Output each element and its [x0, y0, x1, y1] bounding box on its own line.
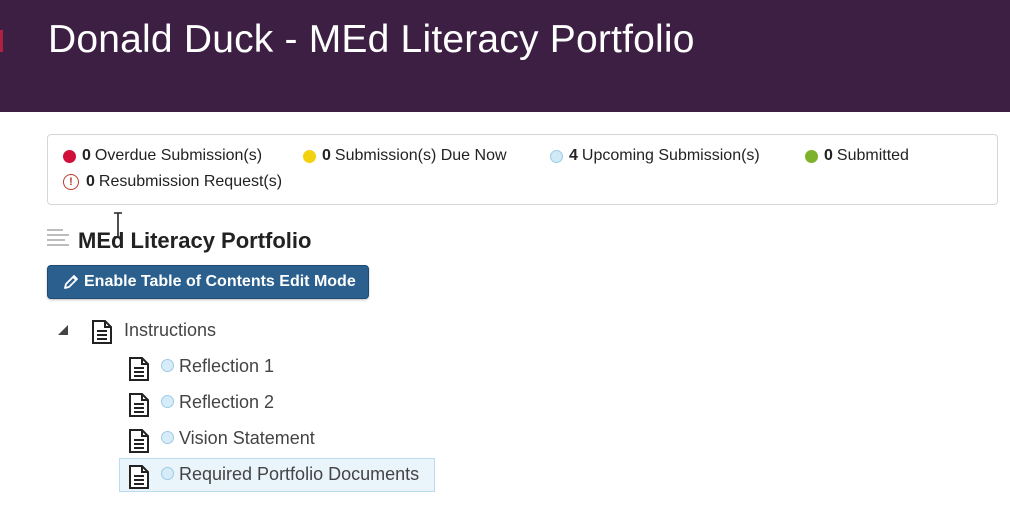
overdue-dot-icon: [63, 149, 76, 163]
text-cursor-icon: [114, 212, 122, 238]
document-icon: [129, 429, 149, 453]
upcoming-status-dot-icon: [161, 395, 174, 408]
due-now-count: 0: [322, 147, 331, 164]
exclamation-circle-icon: !: [63, 174, 79, 190]
edit-button-label: Enable Table of Contents Edit Mode: [84, 273, 356, 290]
submitted-count: 0: [824, 147, 833, 164]
status-overdue: 0 Overdue Submission(s): [63, 147, 262, 165]
tree-item-reflection-1[interactable]: Reflection 1: [179, 356, 274, 377]
header-edge-marker: [0, 30, 3, 52]
status-resubmission: ! 0 Resubmission Request(s): [63, 173, 282, 191]
submitted-dot-icon: [805, 149, 818, 163]
document-icon: [129, 393, 149, 417]
status-upcoming: 4 Upcoming Submission(s): [550, 147, 760, 165]
status-due-now: 0 Submission(s) Due Now: [303, 147, 507, 165]
table-of-contents-icon: [47, 229, 69, 251]
tree-item-vision-statement[interactable]: Vision Statement: [179, 428, 315, 449]
upcoming-count: 4: [569, 147, 578, 164]
collapse-triangle-icon[interactable]: [58, 325, 68, 335]
resubmission-count: 0: [86, 173, 95, 190]
upcoming-dot-icon: [550, 149, 563, 163]
upcoming-status-dot-icon: [161, 467, 174, 480]
upcoming-status-dot-icon: [161, 359, 174, 372]
due-now-label: Submission(s) Due Now: [334, 147, 507, 164]
overdue-count: 0: [82, 147, 91, 164]
resubmission-label: Resubmission Request(s): [98, 173, 283, 190]
due-now-dot-icon: [303, 149, 316, 163]
page-header: Donald Duck - MEd Literacy Portfolio: [0, 0, 1010, 112]
pencil-icon: [64, 275, 78, 289]
overdue-label: Overdue Submission(s): [94, 147, 263, 164]
page-title: Donald Duck - MEd Literacy Portfolio: [48, 18, 695, 61]
tree-item-instructions[interactable]: Instructions: [124, 320, 216, 341]
document-icon: [129, 357, 149, 381]
document-icon: [129, 465, 149, 489]
upcoming-status-dot-icon: [161, 431, 174, 444]
submission-status-summary: 0 Overdue Submission(s) 0 Submission(s) …: [47, 134, 998, 205]
enable-toc-edit-mode-button[interactable]: Enable Table of Contents Edit Mode: [47, 265, 369, 299]
tree-item-required-portfolio-documents[interactable]: Required Portfolio Documents: [179, 464, 419, 485]
submitted-label: Submitted: [836, 147, 909, 164]
status-submitted: 0 Submitted: [805, 147, 909, 165]
upcoming-label: Upcoming Submission(s): [581, 147, 760, 164]
tree-item-reflection-2[interactable]: Reflection 2: [179, 392, 274, 413]
document-icon: [92, 320, 112, 344]
